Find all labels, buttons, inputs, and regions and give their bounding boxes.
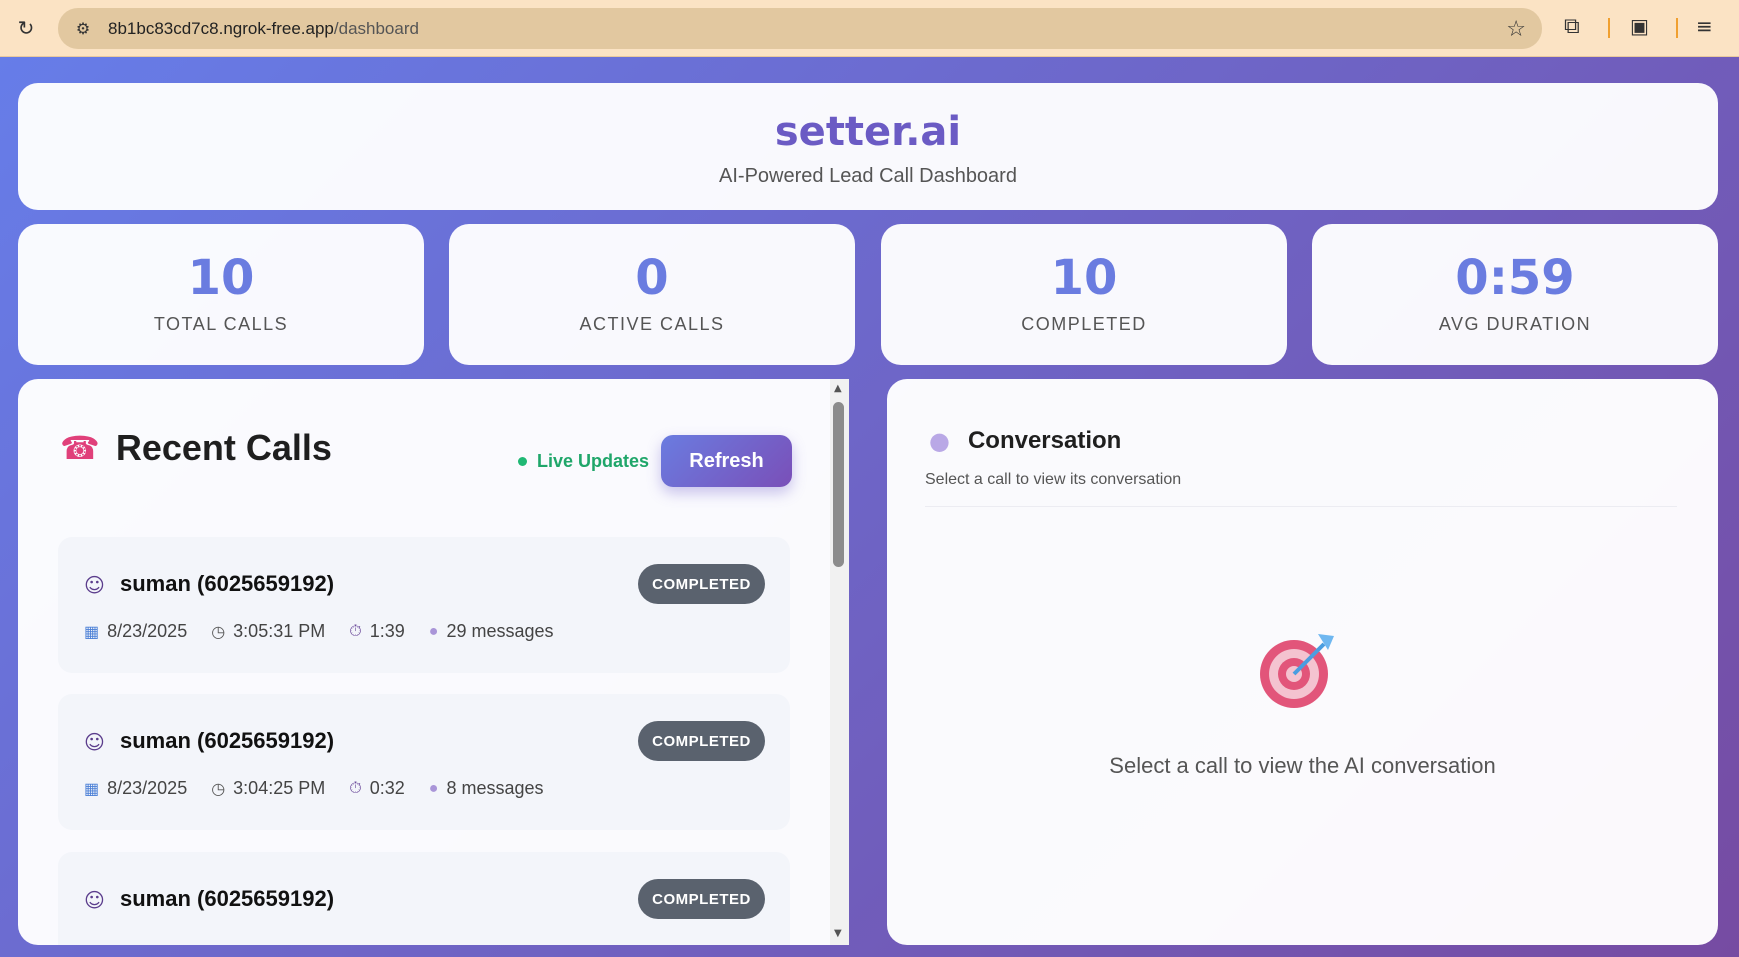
header-card: setter.ai AI-Powered Lead Call Dashboard — [18, 83, 1718, 210]
conversation-panel: ● Conversation Select a call to view its… — [887, 379, 1718, 945]
reload-icon[interactable]: ↻ — [12, 14, 40, 42]
call-messages: 8 messages — [446, 778, 544, 798]
star-icon[interactable]: ☆ — [1506, 17, 1526, 42]
call-name: suman (6025659192) — [120, 571, 335, 596]
toolbar-divider — [1608, 18, 1610, 38]
stat-label: ACTIVE CALLS — [579, 314, 725, 334]
conversation-title: Conversation — [967, 427, 1122, 454]
call-name: suman (6025659192) — [120, 886, 335, 911]
clock-icon: ◷ — [211, 780, 226, 798]
message-icon: ● — [428, 622, 439, 640]
call-time: 3:04:25 PM — [233, 778, 326, 798]
toolbar-divider — [1676, 18, 1678, 38]
call-name: suman (6025659192) — [120, 728, 335, 753]
stat-value: 10 — [1050, 250, 1118, 306]
stat-card-completed: 10 COMPLETED — [881, 224, 1287, 365]
scrollbar-thumb[interactable] — [833, 402, 844, 567]
reader-icon[interactable]: ▣ — [1630, 14, 1649, 38]
call-meta: ▦ 8/23/2025 ◷ 3:05:31 PM ⏱ 1:39 ● 29 message… — [84, 621, 578, 642]
stat-value: 0:59 — [1455, 250, 1575, 306]
recent-calls-title: Recent Calls — [115, 427, 332, 468]
stat-value: 10 — [187, 250, 255, 306]
conversation-header: ● Conversation — [929, 427, 1121, 455]
stat-label: AVG DURATION — [1438, 314, 1592, 334]
target-icon — [1260, 634, 1334, 708]
stat-label: COMPLETED — [1021, 314, 1147, 334]
calendar-icon: ▦ — [84, 623, 100, 641]
live-dot-icon — [518, 457, 527, 466]
status-badge: COMPLETED — [638, 564, 765, 604]
calendar-icon: ▦ — [84, 780, 100, 798]
page-title: setter.ai — [774, 109, 962, 155]
call-list-item[interactable]: ☺ suman (6025659192) COMPLETED — [58, 852, 790, 945]
call-list-item[interactable]: ☺ suman (6025659192) COMPLETED ▦ 8/23/202… — [58, 537, 790, 673]
browser-toolbar: ↻ ⚙ 8b1bc83cd7c8.ngrok-free.app/dashboar… — [0, 0, 1739, 57]
message-icon: ● — [428, 779, 439, 797]
divider — [925, 506, 1677, 507]
call-date: 8/23/2025 — [107, 778, 188, 798]
speech-bubble-icon: ● — [929, 427, 950, 455]
timer-icon: ⏱ — [349, 779, 362, 797]
url-text[interactable]: 8b1bc83cd7c8.ngrok-free.app/dashboard — [108, 19, 419, 39]
stat-value: 0 — [635, 250, 669, 306]
site-info-icon[interactable]: ⚙ — [72, 18, 94, 40]
recent-calls-header: ☎ Recent Calls — [60, 427, 332, 469]
extensions-icon[interactable]: ⧉ — [1564, 14, 1580, 39]
user-icon: ☺ — [84, 730, 105, 754]
timer-icon: ⏱ — [349, 622, 362, 640]
call-duration: 0:32 — [369, 778, 405, 798]
call-duration: 1:39 — [369, 621, 405, 641]
empty-state-message: Select a call to view the AI conversatio… — [1109, 753, 1496, 778]
recent-calls-panel: ☎ Recent Calls Live Updates Refresh ☺ su… — [18, 379, 849, 945]
scroll-up-arrow-icon[interactable]: ▲ — [834, 383, 842, 394]
call-date: 8/23/2025 — [107, 621, 188, 641]
phone-icon: ☎ — [60, 429, 100, 467]
call-meta: ▦ 8/23/2025 ◷ 3:04:25 PM ⏱ 0:32 ● 8 messages — [84, 778, 568, 799]
status-badge: COMPLETED — [638, 879, 765, 919]
stat-card-total-calls: 10 TOTAL CALLS — [18, 224, 424, 365]
media-icon[interactable]: ≡ — [1696, 14, 1713, 38]
live-updates-label: Live Updates — [537, 451, 650, 471]
call-list-item[interactable]: ☺ suman (6025659192) COMPLETED ▦ 8/23/202… — [58, 694, 790, 830]
conversation-subtitle: Select a call to view its conversation — [925, 471, 1182, 488]
stat-label: TOTAL CALLS — [153, 314, 289, 334]
status-badge: COMPLETED — [638, 721, 765, 761]
stat-card-active-calls: 0 ACTIVE CALLS — [449, 224, 855, 365]
user-icon: ☺ — [84, 888, 105, 912]
call-time: 3:05:31 PM — [233, 621, 326, 641]
scroll-down-arrow-icon[interactable]: ▼ — [834, 928, 842, 939]
call-messages: 29 messages — [446, 621, 554, 641]
refresh-button[interactable]: Refresh — [661, 435, 792, 487]
stat-card-avg-duration: 0:59 AVG DURATION — [1312, 224, 1718, 365]
live-updates-indicator: Live Updates — [518, 451, 649, 472]
user-icon: ☺ — [84, 573, 105, 597]
address-bar[interactable]: ⚙ 8b1bc83cd7c8.ngrok-free.app/dashboard … — [58, 8, 1542, 49]
clock-icon: ◷ — [211, 623, 226, 641]
page-subtitle: AI-Powered Lead Call Dashboard — [719, 165, 1017, 187]
